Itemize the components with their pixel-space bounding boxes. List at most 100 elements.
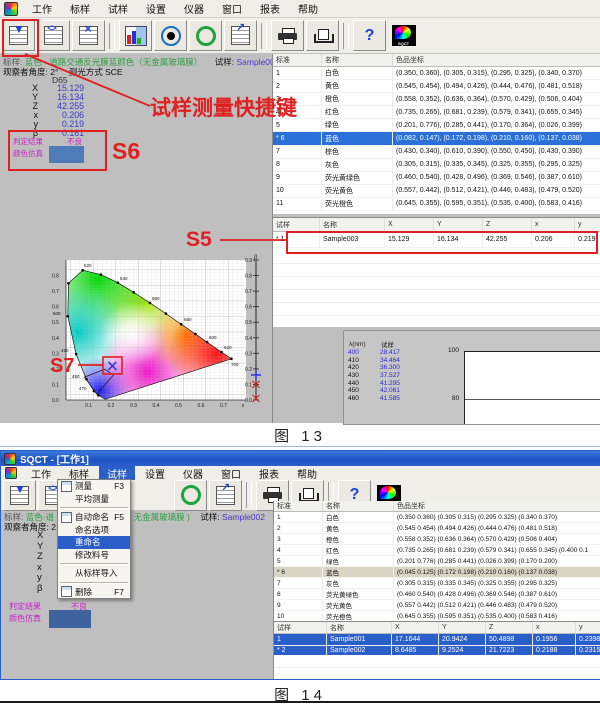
table-row[interactable]: 2黄色(0.545, 0.454), (0.494, 0.426), (0.44…: [273, 80, 600, 93]
menu-item-instrument[interactable]: 仪器: [176, 0, 212, 17]
column-header[interactable]: λ(nm): [346, 339, 378, 349]
column-header[interactable]: x: [533, 622, 576, 634]
svg-text:0.7: 0.7: [245, 289, 252, 295]
menu-item-import-from-standard[interactable]: 从标样导入: [58, 567, 130, 580]
green-ring-icon: [181, 485, 201, 505]
spectral-chart[interactable]: [464, 351, 600, 425]
menu-item-auto-name[interactable]: 自动命名F5: [58, 511, 130, 524]
sqct-logo-button[interactable]: SQCT: [388, 21, 419, 50]
calibrate-button[interactable]: [189, 20, 222, 51]
table-row[interactable]: 46041.585: [346, 395, 416, 403]
column-header[interactable]: 色品坐标: [393, 54, 600, 67]
column-header[interactable]: 试样: [273, 218, 320, 232]
table-row[interactable]: 8荧光黄绿色(0.460 0.540) (0.428 0.496) (0.369…: [274, 589, 600, 600]
menu-item-work[interactable]: 工作: [24, 0, 60, 17]
menu-item-settings[interactable]: 设置: [138, 0, 174, 17]
column-header[interactable]: y: [576, 622, 600, 634]
table-row[interactable]: 4红色(0.735, 0.265), (0.681, 0.239), (0.57…: [273, 106, 600, 119]
table-row[interactable]: 9荧光黄色(0.557 0.442) (0.512 0.421) (0.446 …: [274, 600, 600, 611]
help-button[interactable]: ?: [353, 20, 386, 51]
column-header[interactable]: X: [385, 218, 434, 232]
print-button[interactable]: [271, 20, 304, 51]
menu-item-rename[interactable]: 重命名: [58, 536, 130, 549]
table-row[interactable]: 7灰色(0.305 0.315) (0.335 0.345) (0.325 0.…: [274, 578, 600, 589]
menu-item-sample[interactable]: 试样: [100, 0, 136, 17]
table-row[interactable]: 1Sample00117.164420.942450.48980.19560.2…: [274, 634, 600, 646]
standards-table[interactable]: 标准名称色品坐标1白色(0.350, 0.360), (0.305, 0.315…: [273, 54, 600, 211]
menu-item-report[interactable]: 报表: [252, 0, 288, 17]
print-out-icon: [314, 29, 332, 43]
table-row[interactable]: 3橙色(0.558 0.352) (0.636 0.364) (0.570 0.…: [274, 534, 600, 545]
table-row[interactable]: 42036.300: [346, 364, 416, 372]
table-row[interactable]: 3橙色(0.558, 0.352), (0.636, 0.364), (0.57…: [273, 93, 600, 106]
column-header[interactable]: Y: [434, 218, 483, 232]
table-row[interactable]: 2黄色(0.545 0.454) (0.494 0.426) (0.444 0.…: [274, 523, 600, 534]
svg-text:0.6: 0.6: [198, 403, 205, 409]
print-preview-button[interactable]: [306, 20, 339, 51]
column-header[interactable]: 名称: [323, 501, 394, 512]
sample-results-table[interactable]: 试样名称XYZxyβ判定1Sample00117.164420.942450.4…: [274, 622, 600, 657]
table-row[interactable]: 45042.061: [346, 387, 416, 395]
table-row[interactable]: 9荧光黄绿色(0.460, 0.540), (0.428, 0.496), (0…: [273, 171, 600, 184]
compare-button[interactable]: <>: [37, 20, 70, 51]
sample-results-table[interactable]: 试样名称XYZxyβ* 1Sample00315.12916.13442.255…: [273, 218, 600, 248]
table-row[interactable]: 5绿色(0.201, 0.776), (0.285, 0.441), (0.17…: [273, 119, 600, 132]
export-button[interactable]: ↗: [224, 20, 257, 51]
menu-item-edit-part-number[interactable]: 修改料号: [58, 549, 130, 562]
menu-item-standard[interactable]: 标样: [62, 0, 98, 17]
table-row[interactable]: 44041.295: [346, 379, 416, 387]
column-header[interactable]: 名称: [322, 54, 393, 67]
table-row[interactable]: * 6蓝色(0.082, 0.147), (0.172, 0.198), (0.…: [273, 132, 600, 145]
beta-ticks: 0.0 0.1 0.2 0.3 0.4 0.5 0.6 0.7 0.8 0.9: [245, 258, 252, 404]
column-header[interactable]: 试样: [378, 339, 416, 349]
spectral-panel: λ(nm)试样40028.41741034.46442036.30043037.…: [343, 330, 600, 425]
table-row[interactable]: 8灰色(0.305, 0.315), (0.335, 0.345), (0.32…: [273, 158, 600, 171]
export-button[interactable]: ↗: [209, 480, 242, 511]
column-header[interactable]: Z: [483, 218, 532, 232]
standards-table[interactable]: 标准名称色品坐标1白色(0.350 0.360) (0.305 0.315) (…: [274, 501, 600, 621]
table-row[interactable]: 1白色(0.350, 0.360), (0.305, 0.315), (0.29…: [273, 67, 600, 80]
observer-angle: 观察者角度: 2°: [3, 67, 58, 77]
measure-sample-button[interactable]: ▼: [3, 480, 36, 511]
column-header[interactable]: 标准: [273, 54, 322, 67]
measure-sample-button[interactable]: ▼: [2, 20, 35, 51]
table-row[interactable]: 10荧光橙色(0.645 0.355) (0.595 0.351) (0.535…: [274, 611, 600, 622]
spectral-table[interactable]: λ(nm)试样40028.41741034.46442036.30043037.…: [346, 339, 416, 402]
table-row[interactable]: 43037.527: [346, 372, 416, 380]
column-header[interactable]: 名称: [320, 218, 385, 232]
column-header[interactable]: Y: [439, 622, 486, 634]
table-row[interactable]: 11荧光橙色(0.645, 0.355), (0.595, 0.351), (0…: [273, 197, 600, 210]
table-row[interactable]: 4红色(0.735 0.265) (0.681 0.239) (0.579 0.…: [274, 545, 600, 556]
column-header[interactable]: Z: [486, 622, 533, 634]
menu-item-average-measure[interactable]: 平均测量: [58, 493, 130, 506]
column-header[interactable]: 标准: [274, 501, 323, 512]
table-row[interactable]: 5绿色(0.201 0.776) (0.285 0.441) (0.026 0.…: [274, 556, 600, 567]
delete-button[interactable]: ×: [72, 20, 105, 51]
menu-item-measure[interactable]: 测量F3: [58, 480, 130, 493]
menu-item-delete[interactable]: 删除F7: [58, 586, 130, 599]
table-row[interactable]: 41034.464: [346, 357, 416, 365]
menu-item-settings[interactable]: 设置: [137, 465, 173, 482]
menu-item-name-options[interactable]: 命名选项: [58, 524, 130, 537]
export-icon: ↗: [216, 486, 235, 505]
column-header[interactable]: 试样: [274, 622, 327, 634]
column-header[interactable]: 名称: [327, 622, 392, 634]
table-row[interactable]: 40028.417: [346, 349, 416, 357]
column-header[interactable]: x: [532, 218, 575, 232]
menu-item-window[interactable]: 窗口: [214, 0, 250, 17]
table-row[interactable]: * 1Sample00315.12916.13442.2550.2060.219…: [273, 232, 600, 248]
column-header[interactable]: X: [392, 622, 439, 634]
table-row[interactable]: 7棕色(0.430, 0.340), (0.610, 0.390), (0.55…: [273, 145, 600, 158]
chart-button[interactable]: [119, 20, 152, 51]
delete-icon: [61, 586, 72, 597]
column-header[interactable]: y: [575, 218, 600, 232]
svg-text:0.2: 0.2: [108, 403, 115, 409]
table-row[interactable]: 1白色(0.350 0.360) (0.305 0.315) (0.295 0.…: [274, 512, 600, 523]
menu-item-help[interactable]: 帮助: [290, 0, 326, 17]
target-button[interactable]: [154, 20, 187, 51]
column-header[interactable]: 色品坐标: [394, 501, 600, 512]
table-row[interactable]: * 6蓝色(0.045 0.125) (0.172 0.198) (0.210 …: [274, 567, 600, 578]
calibrate-button[interactable]: [174, 480, 207, 511]
cie-chromaticity-diagram[interactable]: 520 540 560 580 600 620 700 500 490 480 …: [48, 254, 260, 420]
table-row[interactable]: 10荧光黄色(0.557, 0.442), (0.512, 0.421), (0…: [273, 184, 600, 197]
